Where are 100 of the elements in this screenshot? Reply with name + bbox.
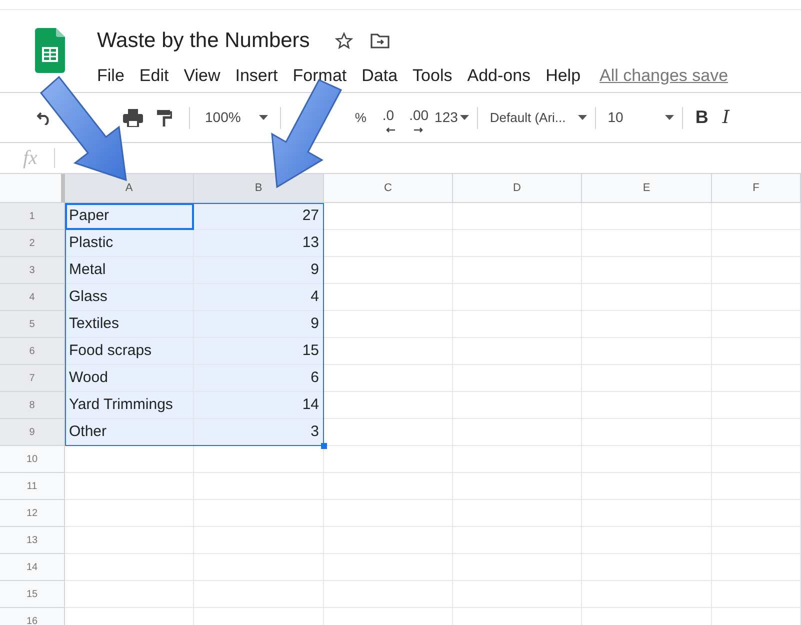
menu-item[interactable]: Format [292,62,347,88]
menu-item[interactable]: Help [546,62,581,88]
empty-cell[interactable] [582,527,712,554]
print-icon[interactable] [123,108,143,126]
table-cell[interactable]: 3 [194,419,324,446]
table-cell[interactable]: Plastic [65,230,194,257]
empty-cell[interactable] [324,500,453,527]
empty-cell[interactable] [453,554,582,581]
row-header[interactable]: 1 [0,203,65,230]
table-cell[interactable]: Wood [65,365,194,392]
empty-cell[interactable] [453,338,582,365]
row-header[interactable]: 14 [0,554,65,581]
empty-cell[interactable] [582,365,712,392]
table-cell[interactable]: Glass [65,284,194,311]
empty-cell[interactable] [194,554,324,581]
row-header[interactable]: 4 [0,284,65,311]
empty-cell[interactable] [453,365,582,392]
row-header[interactable]: 7 [0,365,65,392]
row-header[interactable]: 9 [0,419,65,446]
table-cell[interactable]: Paper [65,203,194,230]
empty-cell[interactable] [582,392,712,419]
column-header[interactable]: C [324,174,453,203]
empty-cell[interactable] [582,311,712,338]
row-header[interactable]: 2 [0,230,65,257]
empty-cell[interactable] [453,203,582,230]
row-header[interactable]: 3 [0,257,65,284]
empty-cell[interactable] [324,581,453,608]
column-header[interactable]: B [194,174,324,203]
empty-cell[interactable] [712,284,801,311]
empty-cell[interactable] [194,446,324,473]
undo-icon[interactable] [37,110,51,124]
table-cell[interactable]: Metal [65,257,194,284]
column-header[interactable]: D [453,174,582,203]
empty-cell[interactable] [582,338,712,365]
spreadsheet-logo-icon[interactable] [34,28,64,73]
paint-format-icon[interactable] [156,108,172,126]
empty-cell[interactable] [582,581,712,608]
empty-cell[interactable] [712,581,801,608]
bold-button[interactable]: B [695,104,708,131]
save-status-link[interactable]: All changes save [600,62,728,88]
empty-cell[interactable] [453,419,582,446]
empty-cell[interactable] [582,446,712,473]
number-format-dropdown[interactable]: 123 [434,107,469,128]
table-cell[interactable]: 15 [194,338,324,365]
empty-cell[interactable] [453,392,582,419]
table-cell[interactable]: 14 [194,392,324,419]
table-cell[interactable]: 27 [194,203,324,230]
empty-cell[interactable] [453,230,582,257]
increase-decimals-button[interactable]: .00 [409,105,429,130]
table-cell[interactable]: 9 [194,311,324,338]
row-header[interactable]: 10 [0,446,65,473]
empty-cell[interactable] [582,500,712,527]
empty-cell[interactable] [712,446,801,473]
empty-cell[interactable] [582,203,712,230]
empty-cell[interactable] [582,284,712,311]
empty-cell[interactable] [194,527,324,554]
empty-cell[interactable] [453,446,582,473]
menu-item[interactable]: File [97,62,124,88]
column-header[interactable]: A [65,174,194,203]
table-cell[interactable]: 9 [194,257,324,284]
empty-cell[interactable] [712,365,801,392]
empty-cell[interactable] [712,230,801,257]
menu-item[interactable]: Add-ons [467,62,531,88]
zoom-dropdown[interactable]: 100% [205,107,268,128]
table-cell[interactable]: 6 [194,365,324,392]
row-header[interactable]: 11 [0,473,65,500]
empty-cell[interactable] [582,473,712,500]
empty-cell[interactable] [712,473,801,500]
empty-cell[interactable] [453,257,582,284]
table-cell[interactable]: Food scraps [65,338,194,365]
select-all-corner[interactable] [0,174,65,203]
column-header[interactable]: E [582,174,712,203]
table-cell[interactable]: Textiles [65,311,194,338]
empty-cell[interactable] [712,338,801,365]
table-cell[interactable]: Other [65,419,194,446]
empty-cell[interactable] [582,419,712,446]
empty-cell[interactable] [453,527,582,554]
table-cell[interactable]: 13 [194,230,324,257]
italic-button[interactable]: I [722,104,730,131]
empty-cell[interactable] [194,500,324,527]
empty-cell[interactable] [712,419,801,446]
empty-cell[interactable] [453,473,582,500]
row-header[interactable]: 16 [0,608,65,625]
table-cell[interactable]: 4 [194,284,324,311]
empty-cell[interactable] [453,311,582,338]
row-header[interactable]: 8 [0,392,65,419]
table-cell[interactable]: Yard Trimmings [65,392,194,419]
empty-cell[interactable] [324,473,453,500]
empty-cell[interactable] [582,257,712,284]
row-header[interactable]: 6 [0,338,65,365]
percent-format-button[interactable]: % [354,108,366,128]
empty-cell[interactable] [194,581,324,608]
empty-cell[interactable] [712,257,801,284]
empty-cell[interactable] [453,500,582,527]
font-size-dropdown[interactable]: 10 [608,107,674,128]
star-icon[interactable] [334,30,354,51]
empty-cell[interactable] [712,500,801,527]
empty-cell[interactable] [453,581,582,608]
menu-item[interactable]: Tools [412,62,452,88]
empty-cell[interactable] [194,473,324,500]
